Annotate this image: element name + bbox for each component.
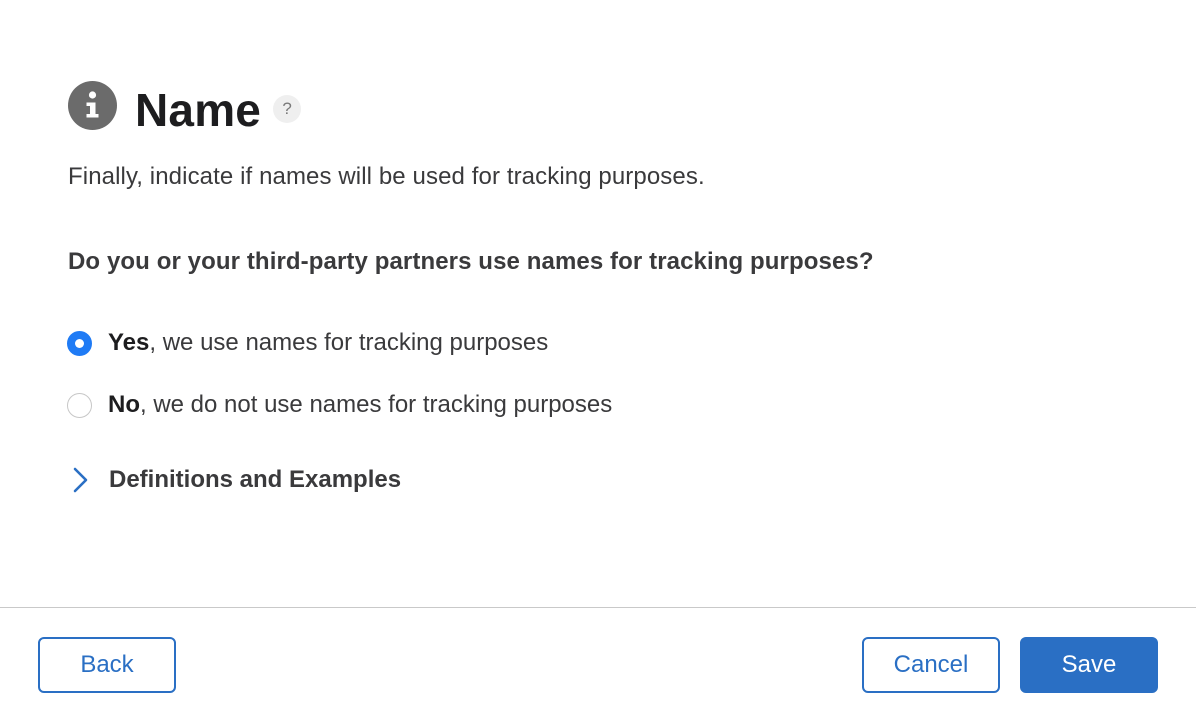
option-no-rest: , we do not use names for tracking purpo… [140, 391, 613, 418]
question-text: Do you or your third-party partners use … [68, 248, 874, 275]
back-button[interactable]: Back [38, 637, 176, 693]
save-button[interactable]: Save [1020, 637, 1158, 693]
option-no-label: No, we do not use names for tracking pur… [108, 391, 612, 419]
radio-option-yes[interactable]: Yes, we use names for tracking purposes [67, 329, 548, 357]
tracking-dialog: Name ? Finally, indicate if names will b… [0, 0, 1196, 720]
radio-no[interactable] [67, 392, 92, 418]
page-title: Name [135, 84, 262, 136]
disclosure-label: Definitions and Examples [109, 466, 402, 493]
radio-yes[interactable] [67, 330, 92, 356]
cancel-button[interactable]: Cancel [862, 637, 1000, 693]
radio-option-no[interactable]: No, we do not use names for tracking pur… [67, 391, 612, 419]
info-icon [68, 80, 117, 130]
chevron-right-icon [70, 465, 92, 495]
option-yes-bold: Yes [108, 329, 150, 356]
definitions-disclosure[interactable]: Definitions and Examples [70, 465, 401, 495]
header: Name ? [68, 78, 302, 136]
option-yes-rest: , we use names for tracking purposes [149, 329, 549, 356]
help-icon[interactable]: ? [273, 95, 302, 123]
option-yes-label: Yes, we use names for tracking purposes [108, 329, 548, 357]
footer-divider [0, 607, 1196, 608]
option-no-bold: No [108, 391, 140, 418]
intro-text: Finally, indicate if names will be used … [68, 163, 705, 190]
